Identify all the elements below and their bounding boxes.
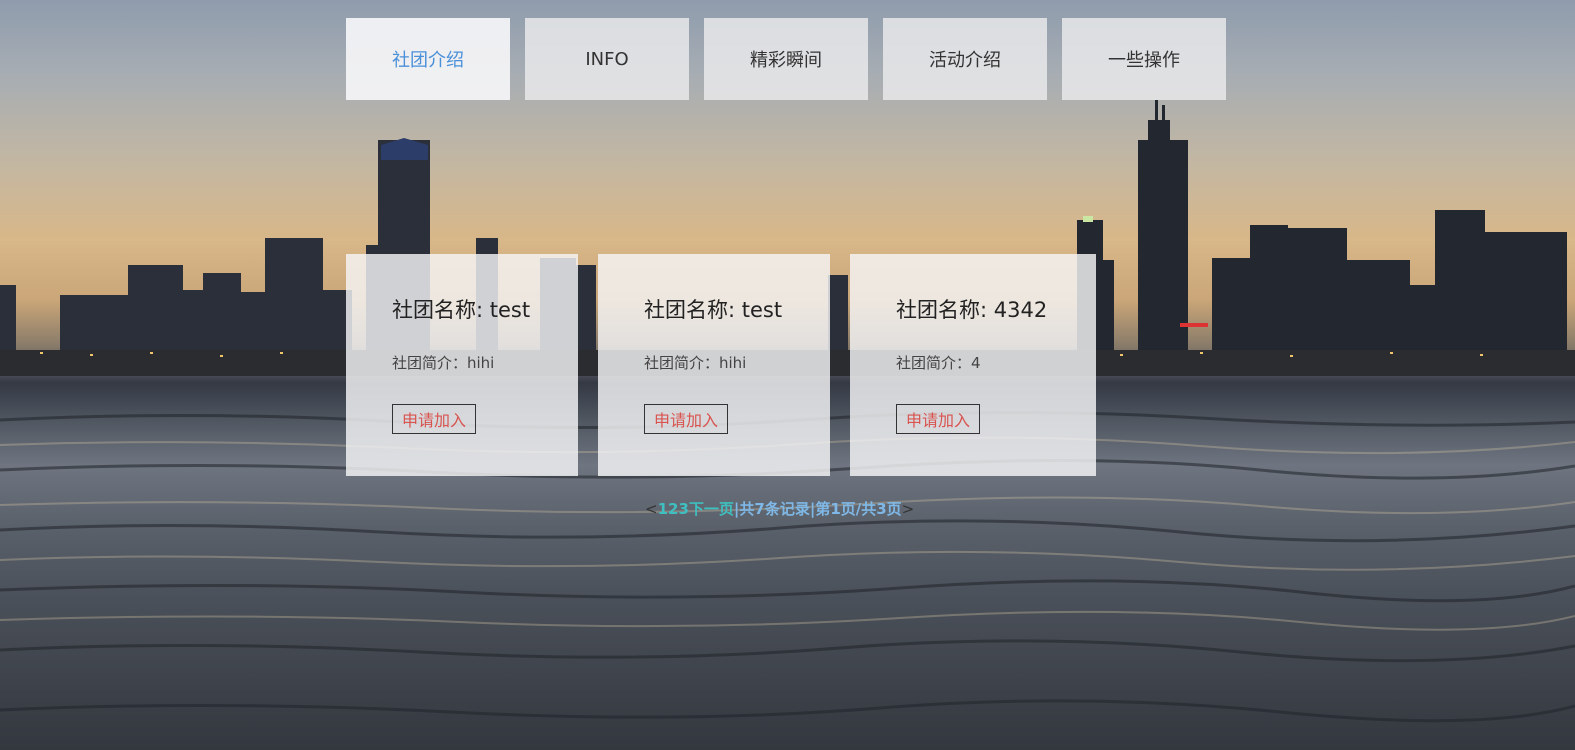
club-card: 社团名称: test 社团简介：hihi 申请加入 [346,254,578,476]
nav-tab-label: 一些操作 [1108,50,1180,71]
club-name: 社团名称: test [644,298,783,322]
join-club-button[interactable]: 申请加入 [644,404,728,434]
nav-tab-highlights[interactable]: 精彩瞬间 [704,18,868,100]
nav-tab-operations[interactable]: 一些操作 [1062,18,1226,100]
next-page-link[interactable]: 下一页 [689,498,734,519]
club-name: 社团名称: test [392,298,531,322]
club-description: 社团简介：hihi [392,354,495,372]
club-card: 社团名称: 4342 社团简介：4 申请加入 [850,254,1096,476]
nav-tab-info[interactable]: INFO [525,18,689,100]
club-description: 社团简介：4 [896,354,981,372]
current-page-info: 第1页/共3页 [815,500,902,518]
pager-close-bracket: > [901,499,915,518]
pagination: < 1 2 3 下一页 | 共7条记录 | 第1页/共3页 > [645,498,914,519]
club-card: 社团名称: test 社团简介：hihi 申请加入 [598,254,830,476]
total-records: 共7条记录 [739,500,810,518]
join-club-button[interactable]: 申请加入 [392,404,476,434]
club-description: 社团简介：hihi [644,354,747,372]
join-club-button[interactable]: 申请加入 [896,404,980,434]
nav-tab-activities[interactable]: 活动介绍 [883,18,1047,100]
page-link-1[interactable]: 1 [658,500,668,518]
pager-open-bracket: < [645,499,658,518]
nav-tab-label: 精彩瞬间 [750,50,822,71]
nav-tab-label: 社团介绍 [392,50,464,71]
page-link-3[interactable]: 3 [678,500,688,518]
club-name: 社团名称: 4342 [896,298,1048,322]
nav-tab-club-intro[interactable]: 社团介绍 [346,18,510,100]
nav-tab-label: INFO [585,48,629,70]
nav-tab-label: 活动介绍 [929,50,1001,71]
page-link-2[interactable]: 2 [668,500,678,518]
